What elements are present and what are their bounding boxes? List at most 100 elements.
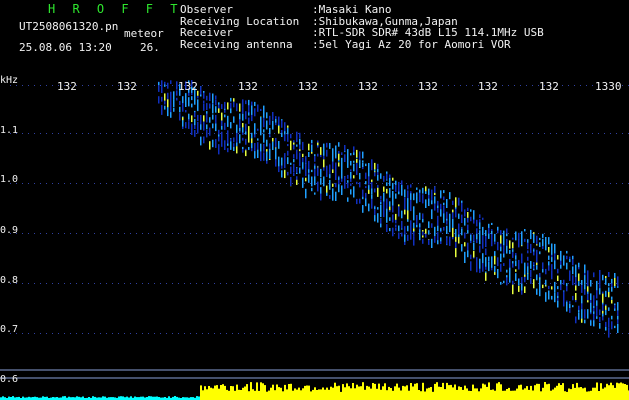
baseline-bar <box>622 383 624 400</box>
y-axis-unit: kHz <box>0 75 19 86</box>
signal-pixel <box>185 93 187 97</box>
grid-dot <box>28 133 29 134</box>
signal-pixel <box>584 289 586 295</box>
signal-pixel <box>344 154 346 162</box>
signal-pixel <box>236 146 238 154</box>
signal-pixel <box>464 209 466 215</box>
baseline-bar <box>270 387 272 400</box>
signal-pixel <box>542 233 544 238</box>
signal-pixel <box>278 141 280 149</box>
baseline-bar <box>354 388 356 400</box>
signal-pixel <box>533 279 535 289</box>
grid-dot <box>40 283 41 284</box>
signal-pixel <box>509 250 511 254</box>
grid-dot <box>286 85 287 86</box>
signal-pixel <box>239 127 241 132</box>
grid-dot <box>22 333 23 334</box>
baseline-bar <box>502 390 504 400</box>
signal-pixel <box>452 200 454 205</box>
signal-pixel <box>497 241 499 250</box>
baseline-bar <box>394 386 396 400</box>
signal-pixel <box>320 147 322 155</box>
baseline-bar <box>238 389 240 400</box>
grid-dot <box>148 333 149 334</box>
baseline-bar <box>618 383 620 400</box>
baseline-bar <box>92 396 94 400</box>
signal-pixel <box>395 227 397 231</box>
grid-dot <box>148 283 149 284</box>
signal-pixel <box>449 192 451 200</box>
grid-dot <box>412 85 413 86</box>
signal-pixel <box>437 225 439 232</box>
signal-pixel <box>284 153 286 163</box>
signal-pixel <box>557 286 559 290</box>
signal-pixel <box>305 177 307 182</box>
grid-dot <box>34 85 35 86</box>
signal-pixel <box>197 128 199 134</box>
grid-dot <box>286 233 287 234</box>
baseline-bar <box>474 388 476 400</box>
signal-pixel <box>401 185 403 190</box>
signal-pixel <box>383 192 385 199</box>
signal-pixel <box>617 323 619 333</box>
grid-dot <box>562 85 563 86</box>
grid-dot <box>448 233 449 234</box>
grid-dot <box>322 283 323 284</box>
grid-dot <box>88 283 89 284</box>
grid-dot <box>136 183 137 184</box>
grid-dot <box>226 283 227 284</box>
signal-pixel <box>299 167 301 174</box>
signal-pixel <box>512 261 514 264</box>
signal-pixel <box>578 281 580 286</box>
signal-pixel <box>407 185 409 190</box>
baseline-bar <box>576 382 578 400</box>
signal-pixel <box>356 149 358 158</box>
signal-pixel <box>515 273 517 279</box>
signal-pixel <box>584 264 586 273</box>
baseline-bar <box>438 386 440 400</box>
baseline-bar <box>450 384 452 400</box>
grid-dot <box>118 133 119 134</box>
signal-pixel <box>428 201 430 206</box>
signal-pixel <box>293 163 295 172</box>
signal-pixel <box>395 219 397 224</box>
grid-dot <box>376 183 377 184</box>
signal-pixel <box>206 115 208 121</box>
signal-pixel <box>554 281 556 290</box>
signal-pixel <box>599 288 601 295</box>
signal-pixel <box>392 177 394 181</box>
grid-dot <box>112 283 113 284</box>
signal-pixel <box>359 182 361 188</box>
x-tick-label: 132 <box>539 80 559 93</box>
grid-dot <box>202 85 203 86</box>
signal-pixel <box>521 283 523 291</box>
signal-pixel <box>503 280 505 284</box>
grid-dot <box>154 333 155 334</box>
signal-pixel <box>314 192 316 195</box>
grid-dot <box>550 233 551 234</box>
grid-dot <box>76 283 77 284</box>
baseline-bar <box>126 396 128 400</box>
signal-pixel <box>167 107 169 117</box>
grid-dot <box>178 333 179 334</box>
baseline-bar <box>626 384 628 400</box>
grid-dot <box>508 283 509 284</box>
signal-pixel <box>260 143 262 152</box>
grid-dot <box>442 233 443 234</box>
grid-dot <box>436 183 437 184</box>
grid-dot <box>40 85 41 86</box>
signal-pixel <box>293 154 295 159</box>
signal-pixel <box>314 156 316 162</box>
grid-dot <box>166 85 167 86</box>
signal-pixel <box>530 270 532 278</box>
signal-pixel <box>254 108 256 117</box>
baseline-bar <box>554 387 556 400</box>
signal-pixel <box>467 207 469 212</box>
signal-pixel <box>446 220 448 225</box>
grid-dot <box>82 333 83 334</box>
signal-pixel <box>224 122 226 130</box>
grid-dot <box>574 183 575 184</box>
signal-pixel <box>605 321 607 327</box>
signal-pixel <box>485 239 487 247</box>
signal-pixel <box>218 144 220 147</box>
